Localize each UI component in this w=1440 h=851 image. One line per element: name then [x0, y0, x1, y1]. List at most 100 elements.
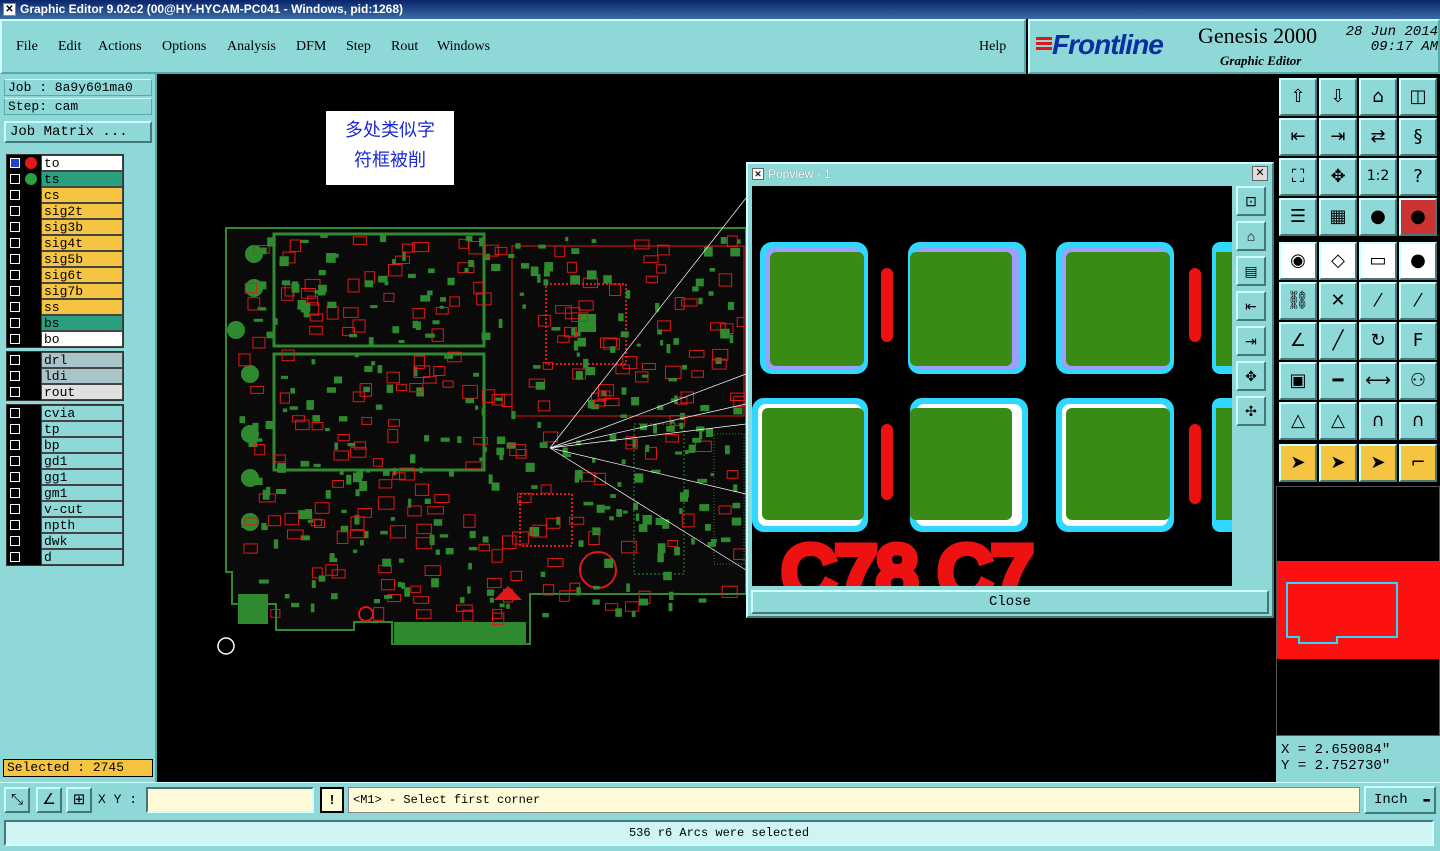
pointer-select-icon[interactable]: ➤ — [1359, 444, 1397, 482]
layer-checkbox[interactable] — [10, 488, 20, 498]
zoom-next-icon[interactable]: ⇥ — [1319, 118, 1357, 156]
layer-name[interactable]: sig2t — [41, 203, 123, 219]
angle-icon[interactable]: ∠ — [1279, 322, 1317, 360]
layer-row-gd1[interactable]: gd1 — [7, 453, 123, 469]
layer-name[interactable]: npth — [41, 517, 123, 533]
layer-checkbox[interactable] — [10, 520, 20, 530]
layer-checkbox[interactable] — [10, 286, 20, 296]
pointer-box-icon[interactable]: ➤ — [1319, 444, 1357, 482]
layer-name[interactable]: rout — [41, 384, 123, 400]
layer-color-alt-icon[interactable]: ● — [1399, 198, 1437, 236]
layer-row-cs[interactable]: cs — [7, 187, 123, 203]
job-matrix-button[interactable]: Job Matrix ... — [4, 121, 152, 143]
layer-checkbox[interactable] — [10, 222, 20, 232]
layer-name[interactable]: sig5b — [41, 251, 123, 267]
menu-dfm[interactable]: DFM — [296, 39, 326, 55]
layer-checkbox[interactable] — [10, 424, 20, 434]
layer-row-d[interactable]: d — [7, 549, 123, 565]
pointer-icon[interactable]: ➤ — [1279, 444, 1317, 482]
layer-name[interactable]: gd1 — [41, 453, 123, 469]
layer-checkbox[interactable] — [10, 174, 20, 184]
menu-step[interactable]: Step — [346, 39, 371, 55]
line-icon[interactable]: ╱ — [1319, 322, 1357, 360]
circle-select-icon[interactable]: ● — [1399, 242, 1437, 280]
layer-name[interactable]: sig7b — [41, 283, 123, 299]
layer-row-v-cut[interactable]: v-cut — [7, 501, 123, 517]
snap-mode-icon[interactable]: ⤡ — [4, 787, 30, 813]
layer-name[interactable]: v-cut — [41, 501, 123, 517]
layer-checkbox[interactable] — [10, 536, 20, 546]
snap-icon[interactable]: ◉ — [1279, 242, 1317, 280]
popview-zoom-in-icon[interactable]: ⇥ — [1236, 326, 1266, 356]
layer-checkbox[interactable] — [10, 158, 20, 168]
line-point-alt-icon[interactable]: ⁄ — [1399, 282, 1437, 320]
layer-checkbox[interactable] — [10, 371, 20, 381]
layer-name[interactable]: ts — [41, 171, 123, 187]
menu-options[interactable]: Options — [162, 39, 206, 55]
popview-save-icon[interactable]: ▤ — [1236, 256, 1266, 286]
menu-windows[interactable]: Windows — [437, 39, 490, 55]
layer-name[interactable]: bp — [41, 437, 123, 453]
work-layer-icon[interactable] — [25, 157, 37, 169]
layer-name[interactable]: gg1 — [41, 469, 123, 485]
measure-icon[interactable]: ▭ — [1359, 242, 1397, 280]
layer-checkbox[interactable] — [10, 472, 20, 482]
overview-map[interactable] — [1276, 486, 1440, 736]
layer-name[interactable]: sig4t — [41, 235, 123, 251]
triangle-alt-icon[interactable]: △ — [1319, 402, 1357, 440]
layer-row-rout[interactable]: rout — [7, 384, 123, 400]
window-split-icon[interactable]: ◫ — [1399, 78, 1437, 116]
triangle-icon[interactable]: △ — [1279, 402, 1317, 440]
popview-window[interactable]: ✕ Popview - 1 ✕ C78 C7 ⊡ ⌂ ▤ ⇤ ⇥ ✥ ✣ Clo… — [746, 162, 1274, 618]
layer-checkbox[interactable] — [10, 440, 20, 450]
help-icon[interactable]: ? — [1399, 158, 1437, 196]
layer-row-sig5b[interactable]: sig5b — [7, 251, 123, 267]
layer-row-to[interactable]: to — [7, 155, 123, 171]
layer-checkbox[interactable] — [10, 355, 20, 365]
unit-selector[interactable]: Inch ▬ — [1364, 786, 1436, 814]
zoom-prev-icon[interactable]: ⇤ — [1279, 118, 1317, 156]
popview-pan-icon[interactable]: ✣ — [1236, 396, 1266, 426]
layer-name[interactable]: gm1 — [41, 485, 123, 501]
zoom-center-icon[interactable]: ✥ — [1319, 158, 1357, 196]
layer-name[interactable]: tp — [41, 421, 123, 437]
layer-name[interactable]: drl — [41, 352, 123, 368]
display-layer-icon[interactable] — [25, 173, 37, 185]
layer-row-sig2t[interactable]: sig2t — [7, 203, 123, 219]
menu-analysis[interactable]: Analysis — [227, 39, 276, 55]
layer-row-ss[interactable]: ss — [7, 299, 123, 315]
layer-checkbox[interactable] — [10, 456, 20, 466]
zoom-fit-icon[interactable]: ⛶ — [1279, 158, 1317, 196]
arch-alt-icon[interactable]: ∩ — [1399, 402, 1437, 440]
menu-edit[interactable]: Edit — [58, 39, 81, 55]
layer-checkbox[interactable] — [10, 408, 20, 418]
popview-titlebar[interactable]: ✕ Popview - 1 — [748, 164, 1272, 184]
popview-home-icon[interactable]: ⌂ — [1236, 221, 1266, 251]
layer-name[interactable]: to — [41, 155, 123, 171]
pad-icon[interactable]: ▣ — [1279, 362, 1317, 400]
edit-shape-icon[interactable]: ◇ — [1319, 242, 1357, 280]
popview-fit-screen-icon[interactable]: ✥ — [1236, 361, 1266, 391]
layer-checkbox[interactable] — [10, 387, 20, 397]
swap-icon[interactable]: ⇄ — [1359, 118, 1397, 156]
layer-checkbox[interactable] — [10, 254, 20, 264]
layer-name[interactable]: ss — [41, 299, 123, 315]
layer-name[interactable]: dwk — [41, 533, 123, 549]
layer-row-tp[interactable]: tp — [7, 421, 123, 437]
popview-zoom-view[interactable]: C78 C7 — [752, 186, 1232, 586]
home-icon[interactable]: ⌂ — [1359, 78, 1397, 116]
menu-help[interactable]: Help — [979, 39, 1006, 55]
layer-name[interactable]: bo — [41, 331, 123, 347]
layer-row-ldi[interactable]: ldi — [7, 368, 123, 384]
layer-row-ts[interactable]: ts — [7, 171, 123, 187]
layer-row-sig6t[interactable]: sig6t — [7, 267, 123, 283]
snake-icon[interactable]: § — [1399, 118, 1437, 156]
menu-actions[interactable]: Actions — [98, 39, 142, 55]
layer-name[interactable]: d — [41, 549, 123, 565]
layer-checkbox[interactable] — [10, 504, 20, 514]
layer-row-drl[interactable]: drl — [7, 352, 123, 368]
layer-checkbox[interactable] — [10, 270, 20, 280]
layer-row-npth[interactable]: npth — [7, 517, 123, 533]
save-job-icon[interactable]: ⇩ — [1319, 78, 1357, 116]
grid-snap-icon[interactable]: ⊞ — [66, 787, 92, 813]
